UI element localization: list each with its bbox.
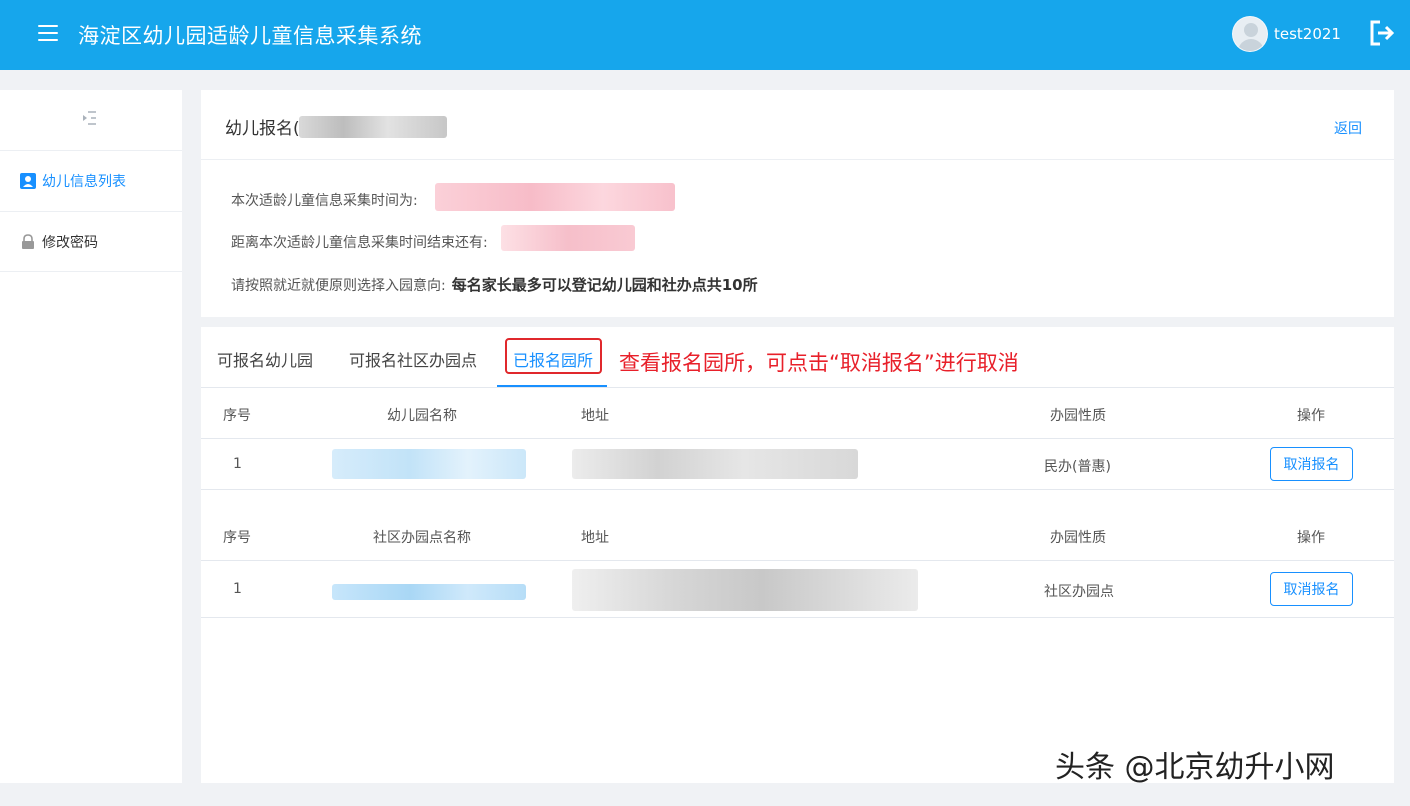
info-card: 幼儿报名( 返回 本次适龄儿童信息采集时间为: 距离本次适龄儿童信息采集时间结束… (201, 90, 1394, 317)
kindergarten-nature: 民办(普惠) (1044, 459, 1111, 475)
tab-available-kindergartens[interactable]: 可报名幼儿园 (217, 347, 313, 371)
sidebar-item-change-password[interactable]: 修改密码 (0, 211, 182, 271)
table-row: 1 民办(普惠) 取消报名 (201, 439, 1394, 490)
user-icon (20, 172, 36, 189)
redacted-community-site-name (332, 584, 526, 600)
selection-rule-limit: 每名家长最多可以登记幼儿园和社办点共10所 (451, 276, 758, 294)
logout-icon[interactable] (1368, 18, 1396, 48)
column-header: 序号 (223, 530, 251, 546)
page-title: 幼儿报名( (225, 119, 300, 139)
tab-available-community-sites[interactable]: 可报名社区办园点 (349, 347, 477, 371)
watermark: 头条 @北京幼升小网 (1055, 750, 1335, 785)
time-remaining-label: 距离本次适龄儿童信息采集时间结束还有: (231, 235, 488, 251)
username[interactable]: test2021 (1274, 25, 1341, 43)
collection-time-label: 本次适龄儿童信息采集时间为: (231, 193, 418, 209)
menu-icon[interactable] (38, 25, 58, 43)
avatar[interactable] (1232, 16, 1268, 52)
annotation-text: 查看报名园所，可点击“取消报名”进行取消 (619, 351, 1019, 375)
sidebar-item-label: 修改密码 (42, 234, 98, 251)
info-header: 幼儿报名( 返回 (201, 90, 1394, 160)
row-index: 1 (233, 456, 242, 472)
redacted-address (572, 449, 858, 479)
column-header: 操作 (1297, 408, 1325, 424)
selection-rule: 请按照就近就便原则选择入园意向: 每名家长最多可以登记幼儿园和社办点共10所 (231, 274, 758, 295)
collapse-menu-icon[interactable] (80, 108, 100, 128)
table-header: 序号 幼儿园名称 地址 办园性质 操作 (201, 388, 1394, 439)
column-header: 社区办园点名称 (373, 530, 471, 546)
sidebar-item-child-list[interactable]: 幼儿信息列表 (0, 150, 182, 210)
column-header: 幼儿园名称 (387, 408, 457, 424)
redacted-collection-time (435, 183, 675, 211)
divider (0, 271, 182, 272)
active-tab-indicator (497, 385, 607, 387)
column-header: 操作 (1297, 530, 1325, 546)
redacted-kindergarten-name (332, 449, 526, 479)
sidebar-item-label: 幼儿信息列表 (42, 173, 126, 190)
column-header: 办园性质 (1050, 408, 1106, 424)
app-title: 海淀区幼儿园适龄儿童信息采集系统 (78, 24, 422, 48)
tabs-card: 可报名幼儿园 可报名社区办园点 已报名园所 查看报名园所，可点击“取消报名”进行… (201, 327, 1394, 783)
row-index: 1 (233, 581, 242, 597)
column-header: 序号 (223, 408, 251, 424)
tab-bar: 可报名幼儿园 可报名社区办园点 已报名园所 查看报名园所，可点击“取消报名”进行… (201, 327, 1394, 388)
redacted-address (572, 569, 918, 611)
top-bar: 海淀区幼儿园适龄儿童信息采集系统 test2021 (0, 0, 1410, 70)
back-link[interactable]: 返回 (1334, 118, 1362, 138)
lock-icon (22, 233, 34, 249)
selection-rule-label: 请按照就近就便原则选择入园意向: (231, 278, 446, 294)
column-header: 地址 (581, 408, 609, 424)
cancel-registration-button[interactable]: 取消报名 (1270, 447, 1353, 481)
redacted-time-remaining (501, 225, 635, 251)
cancel-registration-button[interactable]: 取消报名 (1270, 572, 1353, 606)
column-header: 地址 (581, 530, 609, 546)
annotation-highlight-box (505, 338, 602, 374)
redacted-name (299, 116, 447, 138)
column-header: 办园性质 (1050, 530, 1106, 546)
table-header: 序号 社区办园点名称 地址 办园性质 操作 (201, 510, 1394, 561)
sidebar: 幼儿信息列表 修改密码 (0, 90, 182, 783)
community-site-nature: 社区办园点 (1044, 584, 1114, 600)
table-row: 1 社区办园点 取消报名 (201, 561, 1394, 618)
